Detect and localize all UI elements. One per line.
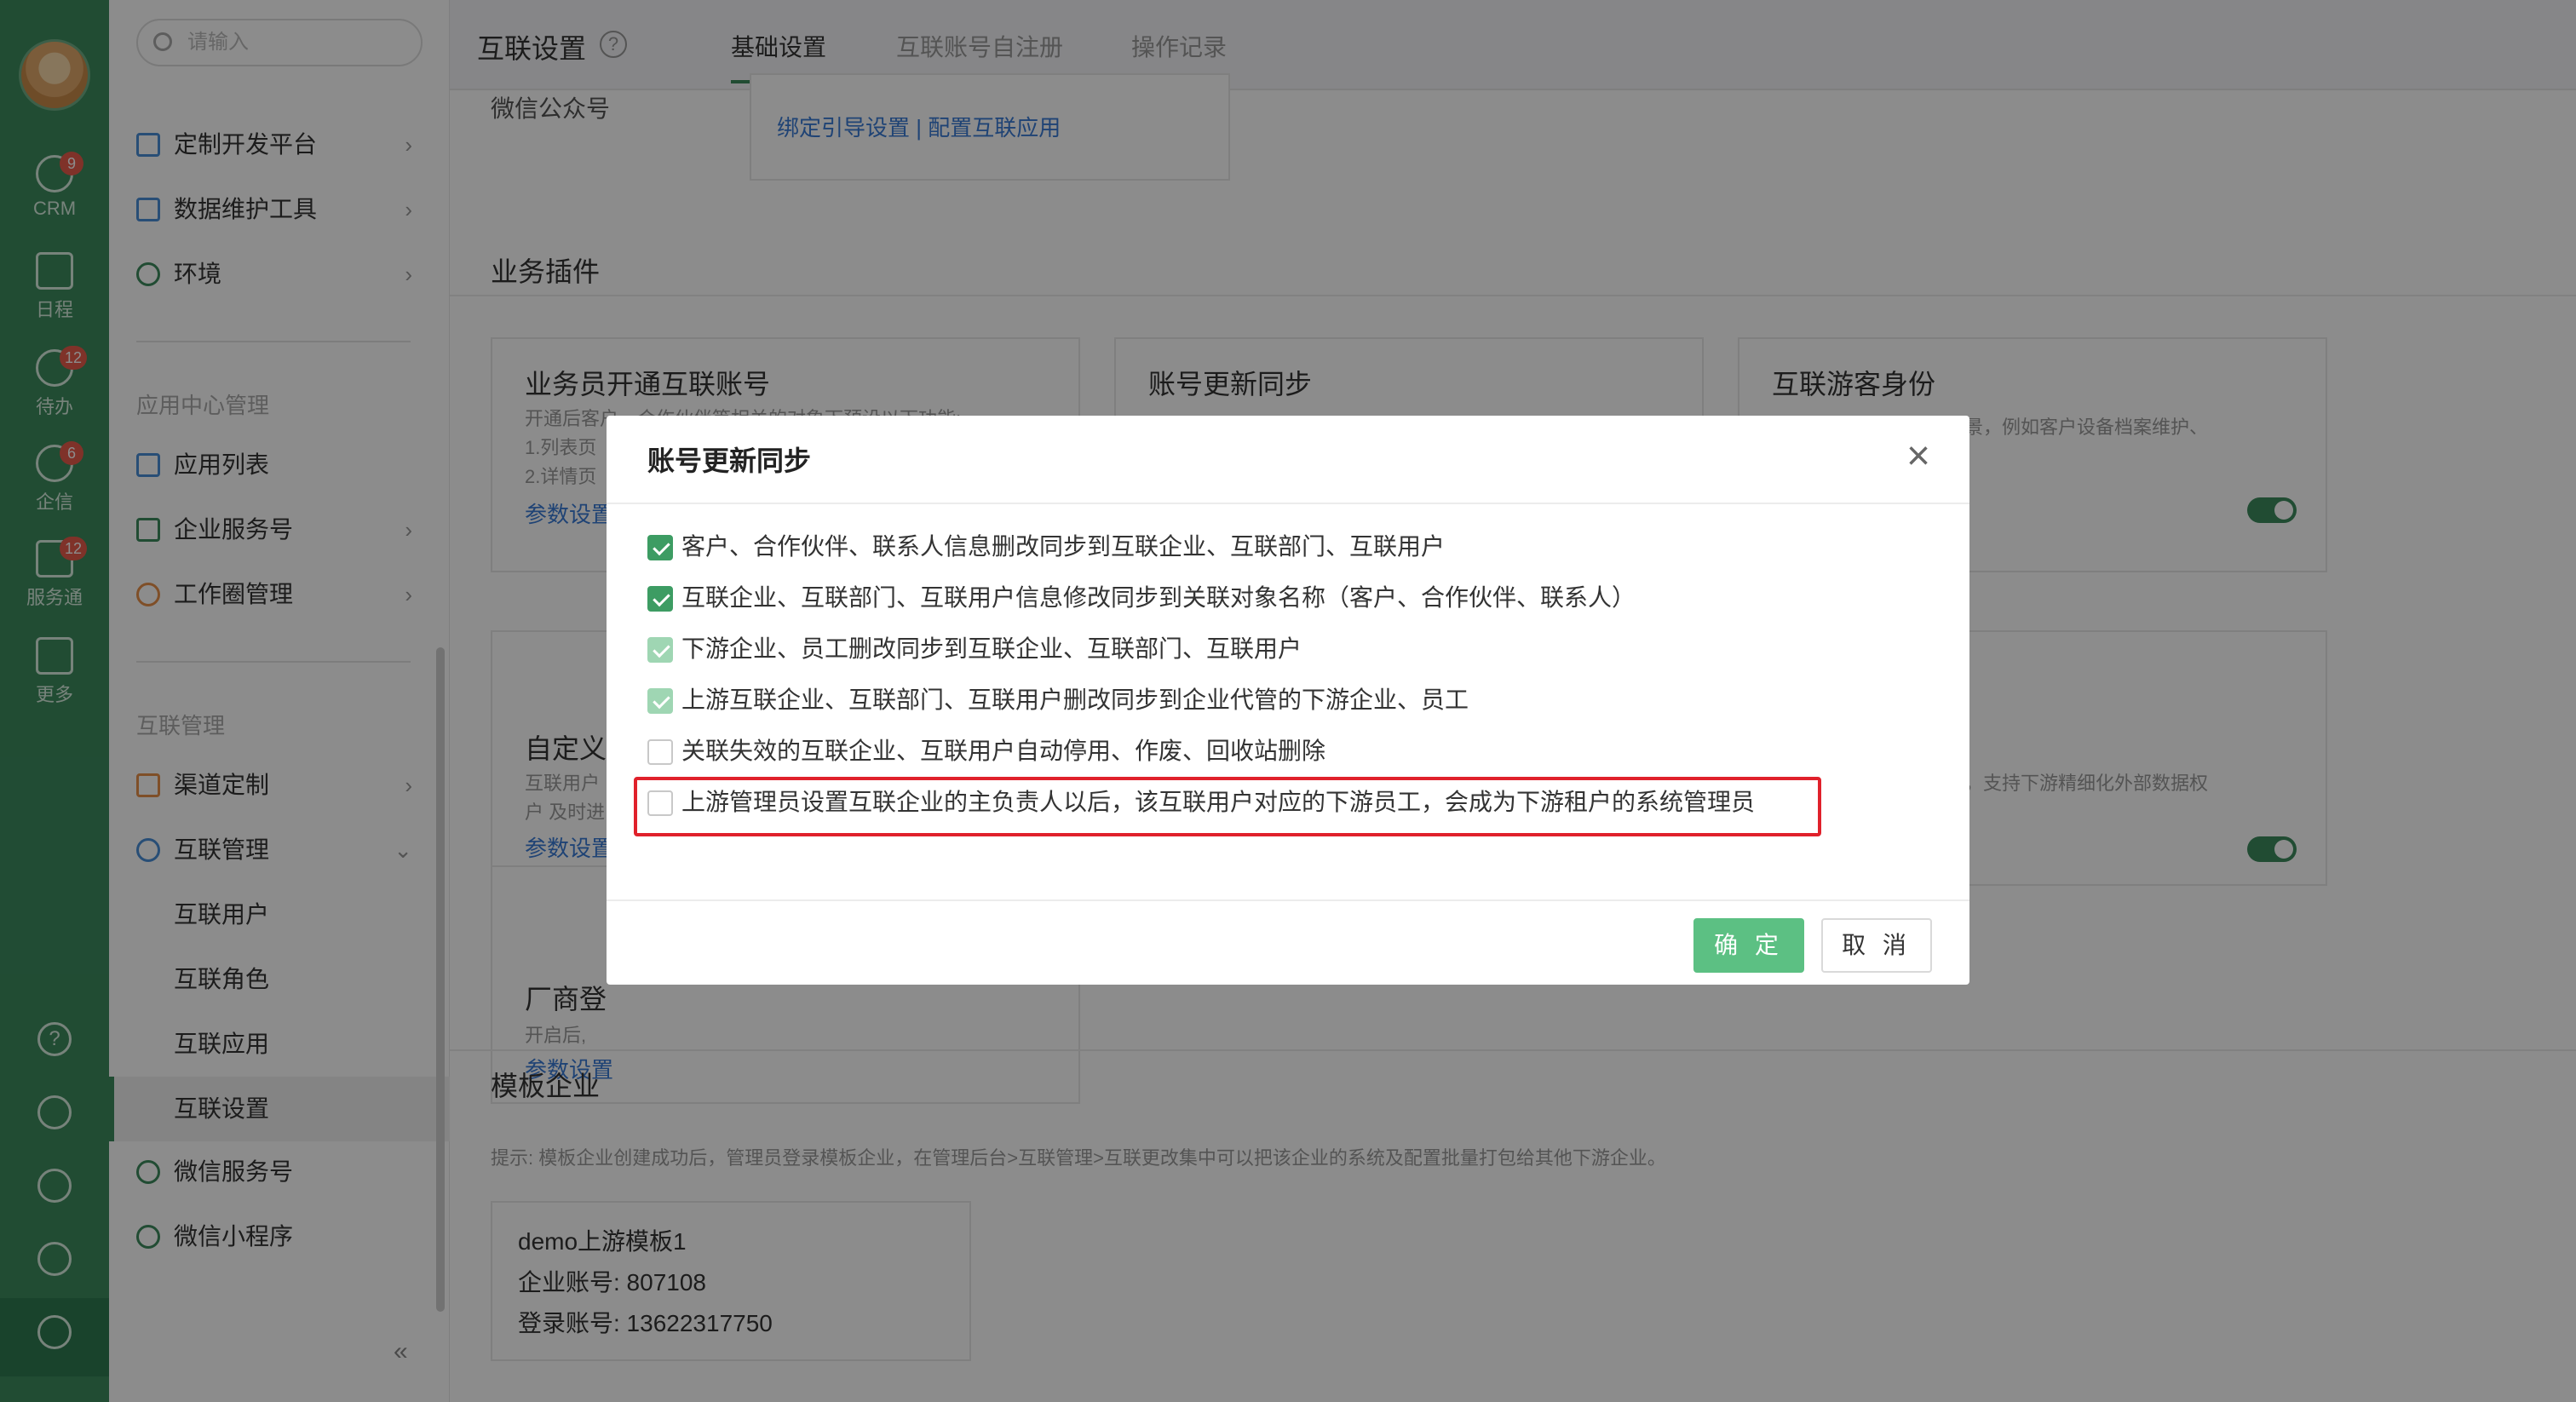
sync-option-2[interactable]: 互联企业、互联部门、互联用户信息修改同步到关联对象名称（客户、合作伙伴、联系人）: [647, 581, 1636, 615]
cancel-button[interactable]: 取 消: [1821, 918, 1932, 973]
highlight-box: [634, 777, 1821, 836]
modal-footer: 确 定 取 消: [607, 899, 1969, 985]
confirm-button[interactable]: 确 定: [1693, 918, 1804, 973]
sync-option-3: 下游企业、员工删改同步到互联企业、互联部门、互联用户: [647, 632, 1302, 666]
checkbox: [647, 637, 673, 663]
checkbox[interactable]: [647, 739, 673, 765]
checkbox: [647, 688, 673, 714]
checkbox[interactable]: [647, 535, 673, 560]
modal-header: 账号更新同步 ×: [607, 416, 1969, 504]
sync-option-1[interactable]: 客户、合作伙伴、联系人信息删改同步到互联企业、互联部门、互联用户: [647, 530, 1445, 564]
modal-title: 账号更新同步: [647, 445, 812, 476]
sync-option-4: 上游互联企业、互联部门、互联用户删改同步到企业代管的下游企业、员工: [647, 683, 1469, 717]
checkbox[interactable]: [647, 586, 673, 612]
sync-option-5[interactable]: 关联失效的互联企业、互联用户自动停用、作废、回收站删除: [647, 734, 1325, 768]
account-sync-dialog: 账号更新同步 × 客户、合作伙伴、联系人信息删改同步到互联企业、互联部门、互联用…: [607, 416, 1969, 985]
close-icon[interactable]: ×: [1901, 436, 1935, 477]
